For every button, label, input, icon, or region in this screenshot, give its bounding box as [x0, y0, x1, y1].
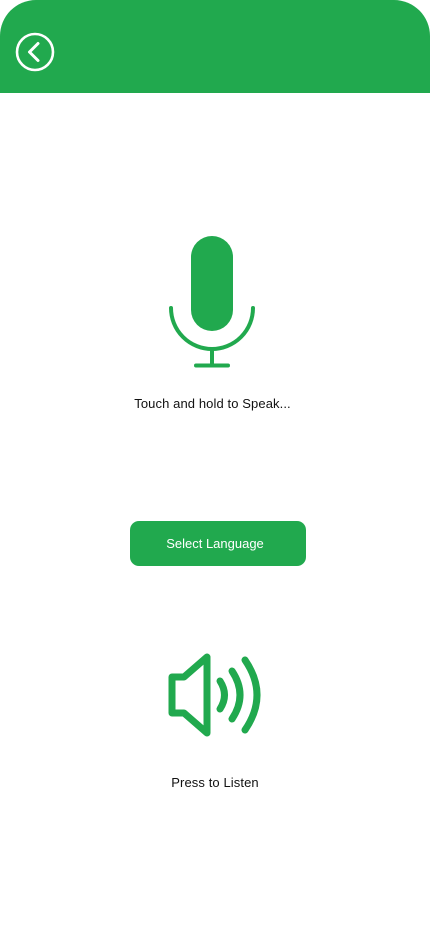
microphone-button[interactable] [162, 230, 262, 375]
speak-hint-text: Touch and hold to Speak... [134, 396, 291, 411]
select-language-button[interactable]: Select Language [130, 521, 306, 566]
chevron-left-circle-icon [15, 32, 55, 72]
voice-translate-screen: Touch and hold to Speak... Select Langua… [0, 0, 430, 932]
press-to-listen-text: Press to Listen [171, 775, 259, 790]
speaker-volume-icon [168, 653, 261, 737]
back-button[interactable] [15, 32, 55, 72]
microphone-icon [169, 236, 255, 368]
app-header [0, 0, 430, 93]
listen-button[interactable] [164, 648, 272, 742]
